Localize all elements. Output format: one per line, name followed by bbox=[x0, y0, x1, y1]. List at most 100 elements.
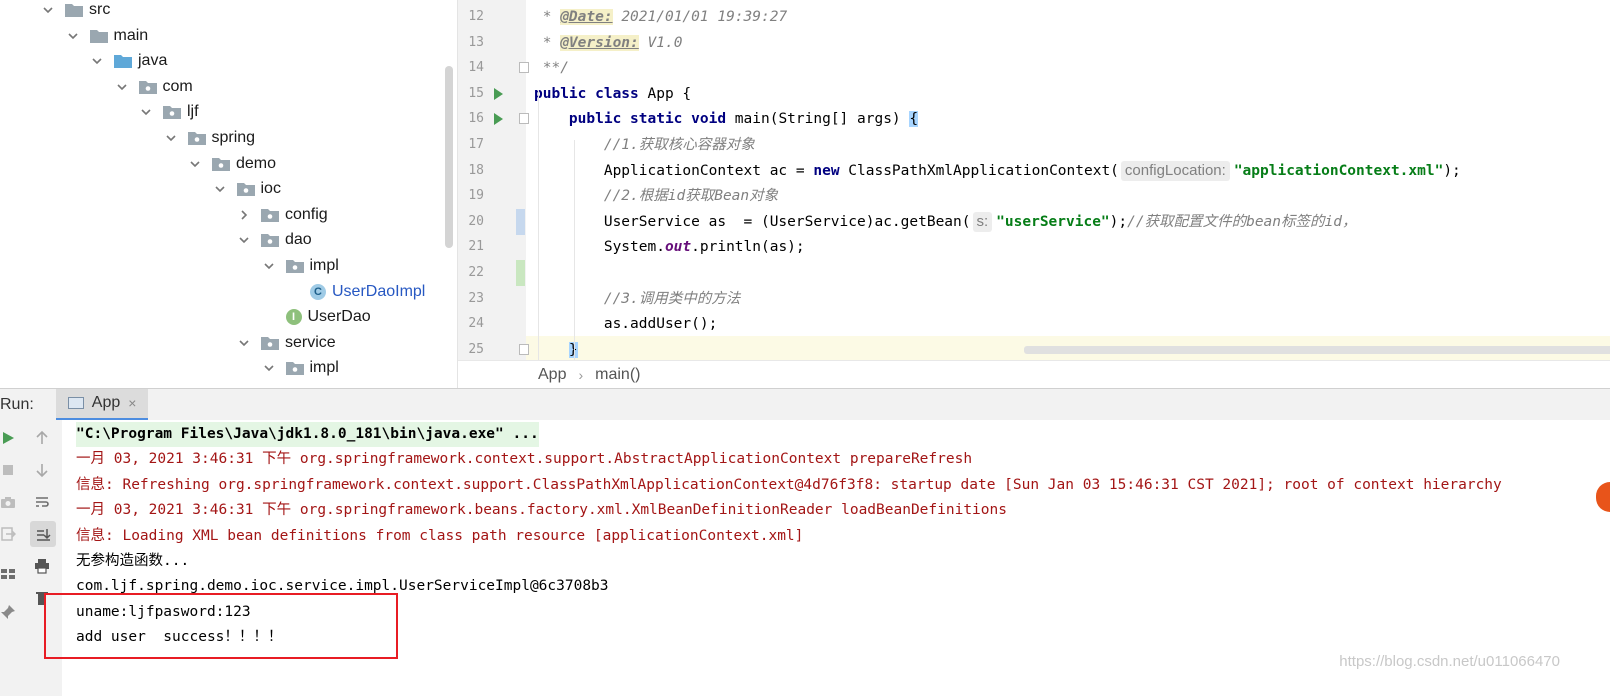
tree-item-label: main bbox=[113, 26, 149, 44]
scroll-down-icon[interactable] bbox=[32, 460, 52, 480]
chevron-down-icon[interactable] bbox=[235, 334, 253, 352]
chevron-down-icon[interactable] bbox=[39, 1, 57, 19]
fold-icon[interactable] bbox=[519, 343, 529, 355]
run-panel-header: Run: App × bbox=[0, 388, 1610, 421]
tree-item-demo[interactable]: demo bbox=[186, 151, 276, 177]
line-number: 13 bbox=[468, 34, 484, 50]
chevron-down-icon[interactable] bbox=[162, 129, 180, 147]
line-number: 24 bbox=[468, 316, 484, 332]
chevron-down-icon[interactable] bbox=[211, 180, 229, 198]
tree-item-userdao[interactable]: I UserDao bbox=[285, 304, 371, 330]
code-line[interactable]: UserService as = (UserService)ac.getBean… bbox=[534, 209, 1356, 235]
chevron-down-icon[interactable] bbox=[64, 27, 82, 45]
package-folder-icon bbox=[187, 131, 206, 145]
folder-icon bbox=[65, 3, 83, 17]
layout-icon[interactable] bbox=[0, 564, 18, 584]
application-icon bbox=[67, 397, 84, 409]
breadcrumb-item-method[interactable]: main() bbox=[595, 366, 640, 384]
code-line[interactable]: * @Version: V1.0 bbox=[534, 30, 682, 56]
line-number: 17 bbox=[468, 137, 484, 152]
run-gutter-icon[interactable] bbox=[494, 87, 503, 100]
code-token: **/ bbox=[534, 60, 569, 77]
tree-item-label: service bbox=[285, 333, 336, 351]
code-token: public static void bbox=[534, 111, 735, 128]
editor-horizontal-scrollbar[interactable] bbox=[1024, 346, 1610, 354]
close-tab-icon[interactable]: × bbox=[128, 395, 136, 411]
scroll-to-end-icon[interactable] bbox=[30, 521, 56, 547]
tree-item-spring[interactable]: spring bbox=[162, 125, 255, 151]
code-line[interactable]: as.addUser(); bbox=[534, 311, 718, 337]
chevron-down-icon[interactable] bbox=[137, 103, 155, 121]
code-line[interactable]: } bbox=[534, 337, 578, 360]
tree-item-userdaoimpl[interactable]: C UserDaoImpl bbox=[310, 279, 425, 305]
pin-icon[interactable] bbox=[0, 602, 18, 622]
tree-item-main[interactable]: main bbox=[64, 23, 149, 49]
tree-item-label: src bbox=[89, 1, 111, 18]
code-token: @Version: bbox=[560, 34, 639, 51]
line-number: 25 bbox=[468, 341, 484, 357]
code-line[interactable]: //1.获取核心容器对象 bbox=[534, 132, 755, 158]
package-folder-icon bbox=[261, 336, 279, 350]
chevron-right-icon[interactable] bbox=[235, 206, 253, 224]
tree-item-impl[interactable]: impl bbox=[260, 355, 339, 381]
exit-icon[interactable] bbox=[0, 524, 18, 544]
code-token: @Date: bbox=[560, 9, 613, 25]
fold-icon[interactable] bbox=[519, 113, 529, 125]
tree-item-ioc[interactable]: ioc bbox=[211, 176, 281, 202]
code-line[interactable]: //3.调用类中的方法 bbox=[534, 286, 740, 312]
tree-item-dao[interactable]: dao bbox=[235, 227, 312, 253]
tree-item-java[interactable]: java bbox=[88, 48, 167, 74]
code-token: V1.0 bbox=[638, 34, 683, 51]
code-token: 2021/01/01 19:39:27 bbox=[612, 9, 788, 25]
console-line: "C:\Program Files\Java\jdk1.8.0_181\bin\… bbox=[76, 422, 539, 447]
code-line[interactable]: public static void main(String[] args) { bbox=[534, 106, 919, 132]
run-tab-app[interactable]: App × bbox=[55, 388, 149, 421]
breadcrumb-item-class[interactable]: App bbox=[538, 366, 566, 384]
package-folder-icon bbox=[236, 182, 255, 197]
rerun-icon[interactable] bbox=[0, 428, 18, 448]
code-line[interactable]: public class App { bbox=[534, 81, 691, 107]
parameter-hint: s: bbox=[972, 211, 993, 232]
line-number: 18 bbox=[468, 162, 484, 178]
code-token: //2.根据id获取Bean对象 bbox=[534, 188, 779, 205]
chevron-down-icon[interactable] bbox=[186, 155, 204, 173]
fold-icon[interactable] bbox=[519, 62, 529, 74]
scroll-up-icon[interactable] bbox=[32, 428, 52, 448]
run-gutter-icon[interactable] bbox=[494, 113, 503, 126]
package-folder-icon bbox=[163, 105, 181, 120]
vcs-change-marker[interactable] bbox=[516, 260, 525, 286]
tree-item-config[interactable]: config bbox=[235, 202, 328, 228]
tree-item-impl[interactable]: impl bbox=[260, 253, 339, 279]
package-folder-icon bbox=[285, 259, 304, 273]
line-number: 19 bbox=[468, 188, 484, 204]
tree-item-ljf[interactable]: ljf bbox=[137, 99, 199, 125]
code-line[interactable]: **/ bbox=[534, 55, 569, 81]
tree-scrollbar[interactable] bbox=[445, 66, 453, 248]
stop-icon[interactable] bbox=[0, 460, 18, 480]
soft-wrap-icon[interactable] bbox=[32, 492, 52, 512]
breadcrumb: App › main() bbox=[458, 360, 1610, 388]
vcs-change-marker[interactable] bbox=[516, 208, 525, 235]
chevron-down-icon[interactable] bbox=[113, 78, 131, 96]
tree-item-com[interactable]: com bbox=[113, 74, 193, 100]
camera-icon[interactable] bbox=[0, 492, 18, 512]
code-line[interactable]: * @Date: 2021/01/01 19:39:27 bbox=[534, 4, 787, 30]
chevron-down-icon[interactable] bbox=[260, 257, 278, 275]
code-token: ); bbox=[1443, 162, 1461, 179]
print-icon[interactable] bbox=[32, 556, 52, 576]
tree-item-src[interactable]: src bbox=[39, 0, 110, 23]
code-editor[interactable]: 12 13 14 15 16 17 18 19 20 21 22 23 24 25 * @Date: 20… bbox=[458, 0, 1610, 360]
chevron-down-icon[interactable] bbox=[260, 359, 278, 377]
code-area[interactable]: * @Date: 2021/01/01 19:39:27 * @Version:… bbox=[534, 0, 1610, 360]
chevron-down-icon[interactable] bbox=[88, 52, 106, 70]
line-number: 23 bbox=[468, 290, 484, 306]
tree-item-service[interactable]: service bbox=[235, 330, 336, 356]
code-token: //3.调用类中的方法 bbox=[534, 290, 741, 307]
chevron-down-icon[interactable] bbox=[235, 231, 253, 249]
line-number: 16 bbox=[468, 111, 484, 127]
code-token: new bbox=[813, 162, 849, 179]
console-line: 信息: Refreshing org.springframework.conte… bbox=[76, 476, 1502, 493]
code-line[interactable]: //2.根据id获取Bean对象 bbox=[534, 183, 778, 209]
code-token: "userService" bbox=[996, 213, 1110, 230]
code-line[interactable]: ApplicationContext ac = new ClassPathXml… bbox=[534, 158, 1461, 184]
